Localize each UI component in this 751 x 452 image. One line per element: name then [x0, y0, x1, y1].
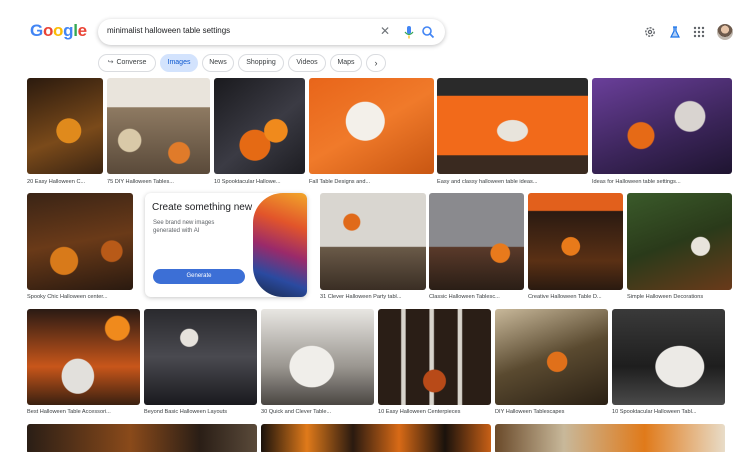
flask-icon[interactable]: [668, 25, 682, 39]
converse-icon: ↪: [107, 59, 114, 66]
result-caption[interactable]: 31 Clever Halloween Party tabl...: [320, 294, 426, 300]
result-caption[interactable]: Best Halloween Table Accessori...: [27, 409, 140, 415]
result-caption[interactable]: Fall Table Designs and...: [309, 179, 434, 185]
result-caption[interactable]: Easy and classy halloween table ideas...: [437, 179, 588, 185]
logo-letter: o: [53, 21, 64, 40]
result-image[interactable]: [261, 424, 491, 452]
result-image[interactable]: [612, 309, 725, 405]
result-image[interactable]: [261, 309, 374, 405]
mic-icon[interactable]: [402, 24, 416, 40]
tab-shopping[interactable]: Shopping: [238, 54, 284, 72]
tab-label: News: [209, 59, 227, 66]
result-image[interactable]: [429, 193, 524, 290]
logo-letter: g: [63, 21, 74, 40]
tab-label: Images: [167, 59, 191, 66]
logo-letter: e: [77, 21, 87, 40]
logo-letter: G: [30, 21, 43, 40]
result-image[interactable]: [27, 424, 257, 452]
result-image[interactable]: [495, 424, 725, 452]
tab-label: Videos: [296, 59, 318, 66]
result-caption[interactable]: 30 Quick and Clever Table...: [261, 409, 374, 415]
result-caption[interactable]: Spooky Chic Halloween center...: [27, 294, 133, 300]
tab-label: Converse: [116, 59, 147, 66]
promo-art: [253, 193, 307, 297]
ai-generate-card[interactable]: Create something new See brand new image…: [145, 193, 307, 297]
generate-button[interactable]: Generate: [153, 269, 245, 284]
result-image[interactable]: [27, 78, 103, 174]
result-caption[interactable]: Creative Halloween Table D...: [528, 294, 623, 300]
tab-maps[interactable]: Maps: [330, 54, 362, 72]
close-icon[interactable]: ✕: [378, 24, 392, 38]
result-image[interactable]: [495, 309, 608, 405]
promo-subtitle: See brand new images generated with AI: [153, 220, 215, 234]
logo-letter: o: [42, 21, 54, 40]
tab-news[interactable]: News: [202, 54, 234, 72]
result-caption[interactable]: 20 Easy Halloween C...: [27, 179, 103, 185]
result-image[interactable]: [627, 193, 732, 290]
result-caption[interactable]: 10 Spooktacular Hallowe...: [214, 179, 305, 185]
tab-converse[interactable]: ↪ Converse: [98, 54, 156, 72]
result-image[interactable]: [214, 78, 305, 174]
result-image[interactable]: [528, 193, 623, 290]
apps-grid-icon[interactable]: [692, 25, 706, 39]
result-caption[interactable]: Simple Halloween Decorations: [627, 294, 732, 300]
result-caption[interactable]: 75 DIY Halloween Tables...: [107, 179, 210, 185]
search-box[interactable]: minimalist halloween table settings ✕: [98, 19, 445, 45]
result-image[interactable]: [320, 193, 426, 290]
google-logo[interactable]: Google: [30, 21, 87, 41]
result-image[interactable]: [437, 78, 588, 174]
result-image[interactable]: [309, 78, 434, 174]
tab-images[interactable]: Images: [160, 54, 198, 72]
result-image[interactable]: [144, 309, 257, 405]
search-icon[interactable]: [421, 25, 435, 39]
tab-label: Shopping: [246, 59, 276, 66]
result-image[interactable]: [107, 78, 210, 174]
result-caption[interactable]: Ideas for Halloween table settings...: [592, 179, 732, 185]
result-image[interactable]: [378, 309, 491, 405]
gear-icon[interactable]: [643, 25, 657, 39]
result-caption[interactable]: Classic Halloween Tablesc...: [429, 294, 524, 300]
result-caption[interactable]: Beyond Basic Halloween Layouts: [144, 409, 257, 415]
chevron-right-icon[interactable]: ›: [366, 54, 386, 72]
result-caption[interactable]: 10 Easy Halloween Centerpieces: [378, 409, 491, 415]
result-image[interactable]: [27, 309, 140, 405]
promo-title: Create something new: [152, 202, 253, 213]
result-caption[interactable]: 10 Spooktacular Halloween Tabl...: [612, 409, 725, 415]
result-caption[interactable]: DIY Halloween Tablescapes: [495, 409, 608, 415]
tab-videos[interactable]: Videos: [288, 54, 326, 72]
tab-label: Maps: [337, 59, 355, 66]
result-image[interactable]: [592, 78, 732, 174]
avatar[interactable]: [717, 24, 733, 40]
search-input[interactable]: minimalist halloween table settings: [107, 26, 230, 35]
result-image[interactable]: [27, 193, 133, 290]
